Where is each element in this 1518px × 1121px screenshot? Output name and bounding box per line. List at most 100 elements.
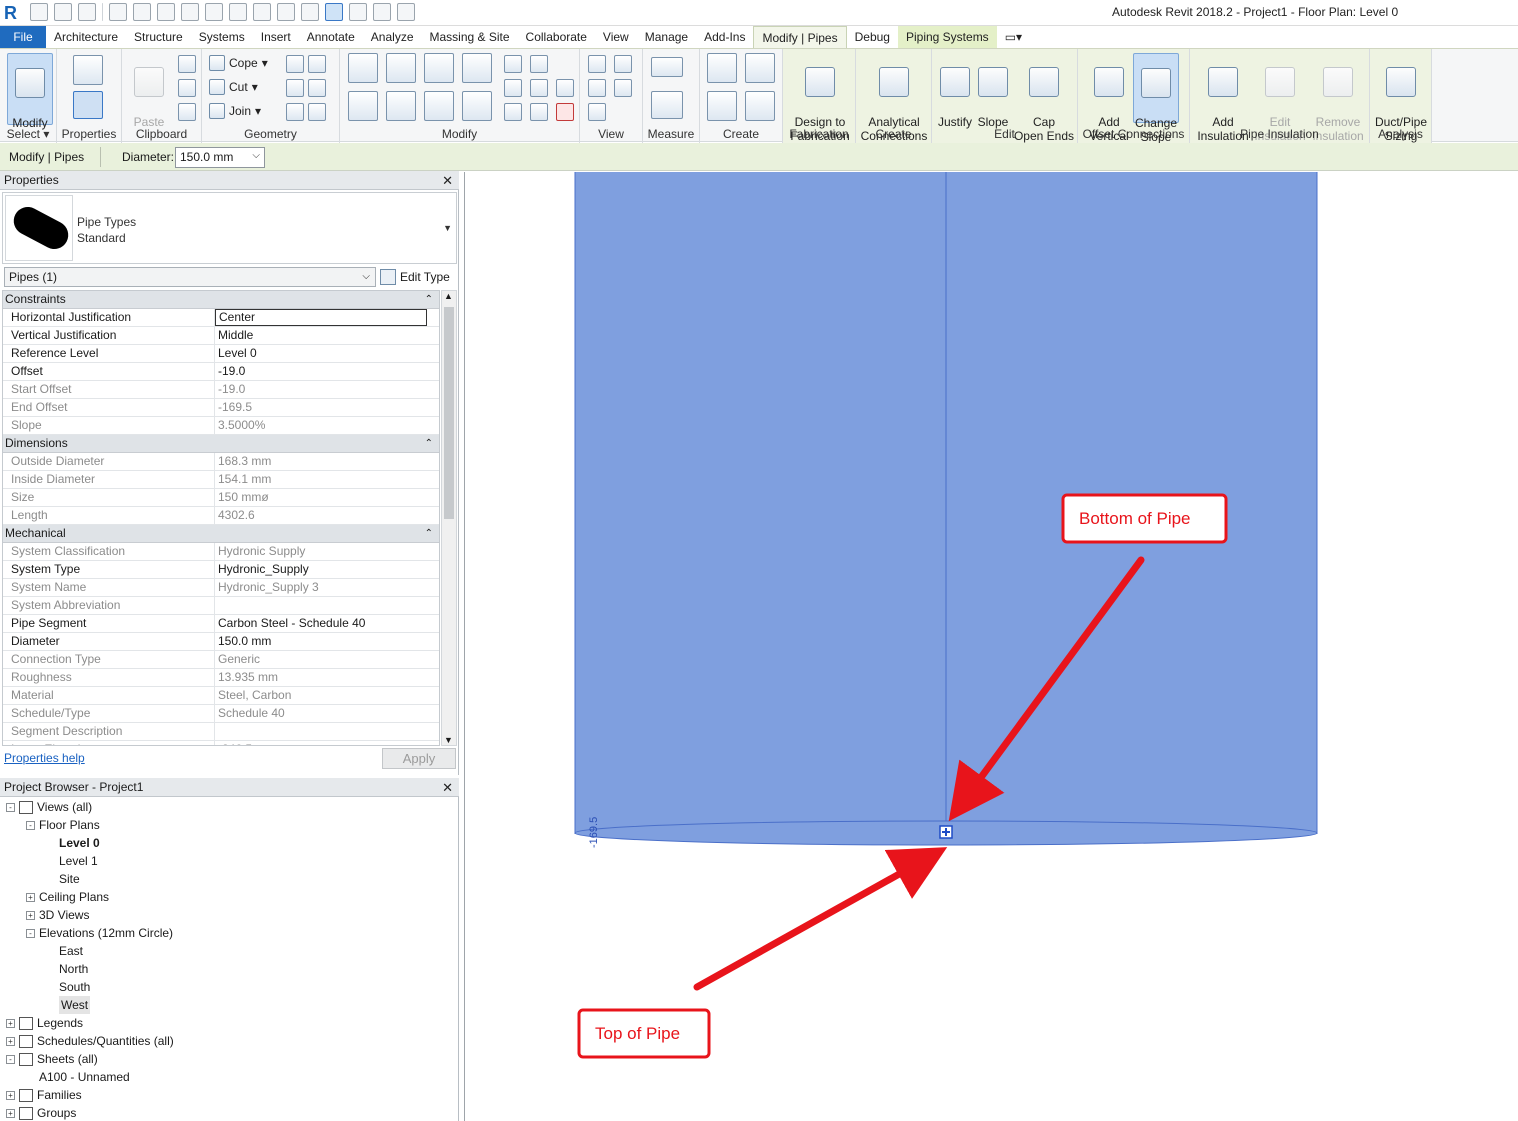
switch-windows-icon[interactable] [373, 3, 391, 21]
expand-icon[interactable]: + [6, 1036, 15, 1046]
browser-node[interactable]: North [46, 960, 88, 978]
trim-single-icon[interactable] [504, 103, 522, 121]
mirror-axis-icon[interactable] [424, 53, 454, 83]
property-value[interactable]: 150.0 mm [215, 633, 439, 650]
properties-help-link[interactable]: Properties help [4, 751, 85, 765]
tab-collaborate[interactable]: Collaborate [518, 26, 595, 48]
expand-icon[interactable]: + [6, 1090, 15, 1100]
undo-icon[interactable] [109, 3, 127, 21]
customize-toolbar-icon[interactable] [397, 3, 415, 21]
copy-icon[interactable] [178, 79, 196, 97]
array-icon[interactable] [504, 79, 522, 97]
property-row[interactable]: System Type Hydronic_Supply [3, 561, 439, 579]
text-icon[interactable] [253, 3, 271, 21]
wall-joins-icon[interactable] [286, 79, 304, 97]
copy-elements-icon[interactable] [386, 91, 416, 121]
scrollbar-thumb[interactable] [444, 307, 454, 519]
browser-node[interactable]: East [46, 942, 83, 960]
tab-view[interactable]: View [595, 26, 637, 48]
tab-annotate[interactable]: Annotate [299, 26, 363, 48]
thin-lines-icon[interactable] [325, 3, 343, 21]
browser-node[interactable]: + Ceiling Plans [26, 888, 109, 906]
mirror-draw-icon[interactable] [462, 53, 492, 83]
paint-bucket-icon[interactable] [588, 103, 606, 121]
measure-between-icon[interactable] [651, 57, 683, 77]
expand-icon[interactable]: + [6, 1018, 15, 1028]
open-icon[interactable] [30, 3, 48, 21]
rotate-icon[interactable] [424, 91, 454, 121]
linework-brush-icon[interactable] [588, 79, 606, 97]
scale-icon[interactable] [530, 79, 548, 97]
print-icon[interactable] [157, 3, 175, 21]
tag-icon[interactable] [229, 3, 247, 21]
browser-node[interactable]: Level 1 [46, 852, 98, 870]
property-row[interactable]: Vertical Justification Middle [3, 327, 439, 345]
property-value[interactable]: Hydronic_Supply [215, 561, 439, 578]
paint-icon[interactable] [308, 55, 326, 73]
collapse-icon[interactable]: - [26, 820, 35, 830]
browser-node[interactable]: + Schedules/Quantities (all) [6, 1032, 174, 1050]
collapse-icon[interactable]: - [26, 928, 35, 938]
tab-piping-systems[interactable]: Piping Systems [897, 26, 997, 48]
property-group-mechanical[interactable]: Mechanical ⌃ [3, 525, 439, 543]
expand-icon[interactable]: + [6, 1108, 15, 1118]
tab-modify-pipes[interactable]: Modify | Pipes [753, 26, 847, 48]
property-value[interactable]: -19.0 [215, 363, 439, 380]
trim-extend-icon[interactable] [462, 91, 492, 121]
instance-filter-select[interactable]: Pipes (1) ⌵ [4, 267, 376, 287]
tab-debug[interactable]: Debug [847, 26, 898, 48]
create-parts-icon[interactable] [745, 53, 775, 83]
edit-type-button[interactable]: Edit Type [380, 267, 450, 287]
property-value[interactable]: Center [215, 309, 427, 326]
browser-node[interactable]: Level 0 [46, 834, 100, 852]
browser-node[interactable]: - Sheets (all) [6, 1050, 98, 1068]
scroll-down-icon[interactable]: ▼ [444, 735, 453, 745]
type-properties-icon[interactable] [73, 55, 103, 85]
create-group-icon[interactable] [707, 91, 737, 121]
tab-systems[interactable]: Systems [191, 26, 253, 48]
apply-button[interactable]: Apply [382, 748, 456, 769]
default-3d-view-icon[interactable] [277, 3, 295, 21]
redo-icon[interactable] [133, 3, 151, 21]
create-assembly-icon[interactable] [707, 53, 737, 83]
close-icon[interactable]: ✕ [442, 171, 453, 190]
trim-multiple-icon[interactable] [530, 103, 548, 121]
property-row[interactable]: Pipe Segment Carbon Steel - Schedule 40 [3, 615, 439, 633]
slope-button[interactable]: Slope [975, 53, 1011, 129]
browser-node[interactable]: + Groups [6, 1104, 76, 1121]
join-button[interactable]: Join ▾ [209, 101, 261, 121]
type-selector[interactable]: Pipe Types Standard ▼ [2, 192, 457, 264]
property-row[interactable]: Reference Level Level 0 [3, 345, 439, 363]
tab-massing-site[interactable]: Massing & Site [422, 26, 518, 48]
tab-analyze[interactable]: Analyze [363, 26, 422, 48]
browser-node[interactable]: +3D Views [26, 906, 89, 924]
offset-icon[interactable] [386, 53, 416, 83]
ribbon-minimize-icon[interactable]: ▭▾ [997, 26, 1029, 48]
diameter-select[interactable]: 150.0 mm ⌵ [175, 147, 265, 168]
browser-node[interactable]: + Families [6, 1086, 82, 1104]
browser-node[interactable]: Site [46, 870, 80, 888]
modify-button[interactable]: Modify [7, 53, 53, 130]
expand-icon[interactable]: + [26, 892, 35, 902]
demolish-icon[interactable] [308, 79, 326, 97]
collapse-group-icon[interactable]: ⌃ [425, 525, 433, 542]
select-panel-label[interactable]: Select ▾ [0, 127, 56, 141]
tab-file[interactable]: File [0, 26, 46, 48]
floor-plan-view[interactable]: -169.5 Bottom of Pipe Top of Pipe [465, 172, 1518, 1121]
revit-logo-icon[interactable]: R [4, 2, 24, 24]
property-value[interactable]: Carbon Steel - Schedule 40 [215, 615, 439, 632]
type-dropdown-icon[interactable]: ▼ [443, 223, 452, 233]
collapse-icon[interactable]: - [6, 1054, 15, 1064]
split-face-icon[interactable] [286, 55, 304, 73]
split-element-icon[interactable] [504, 55, 522, 73]
align-icon[interactable] [348, 53, 378, 83]
beam-join-icon[interactable] [308, 103, 326, 121]
save-icon[interactable] [54, 3, 72, 21]
browser-node[interactable]: - Floor Plans [26, 816, 100, 834]
cope-button[interactable]: Cope ▾ [209, 53, 268, 73]
pin-icon[interactable] [556, 79, 574, 97]
expand-icon[interactable]: + [26, 910, 35, 920]
properties-palette-icon[interactable] [73, 91, 103, 119]
aligned-dimension-icon[interactable] [205, 3, 223, 21]
property-group-constraints[interactable]: Constraints ⌃ [3, 291, 439, 309]
